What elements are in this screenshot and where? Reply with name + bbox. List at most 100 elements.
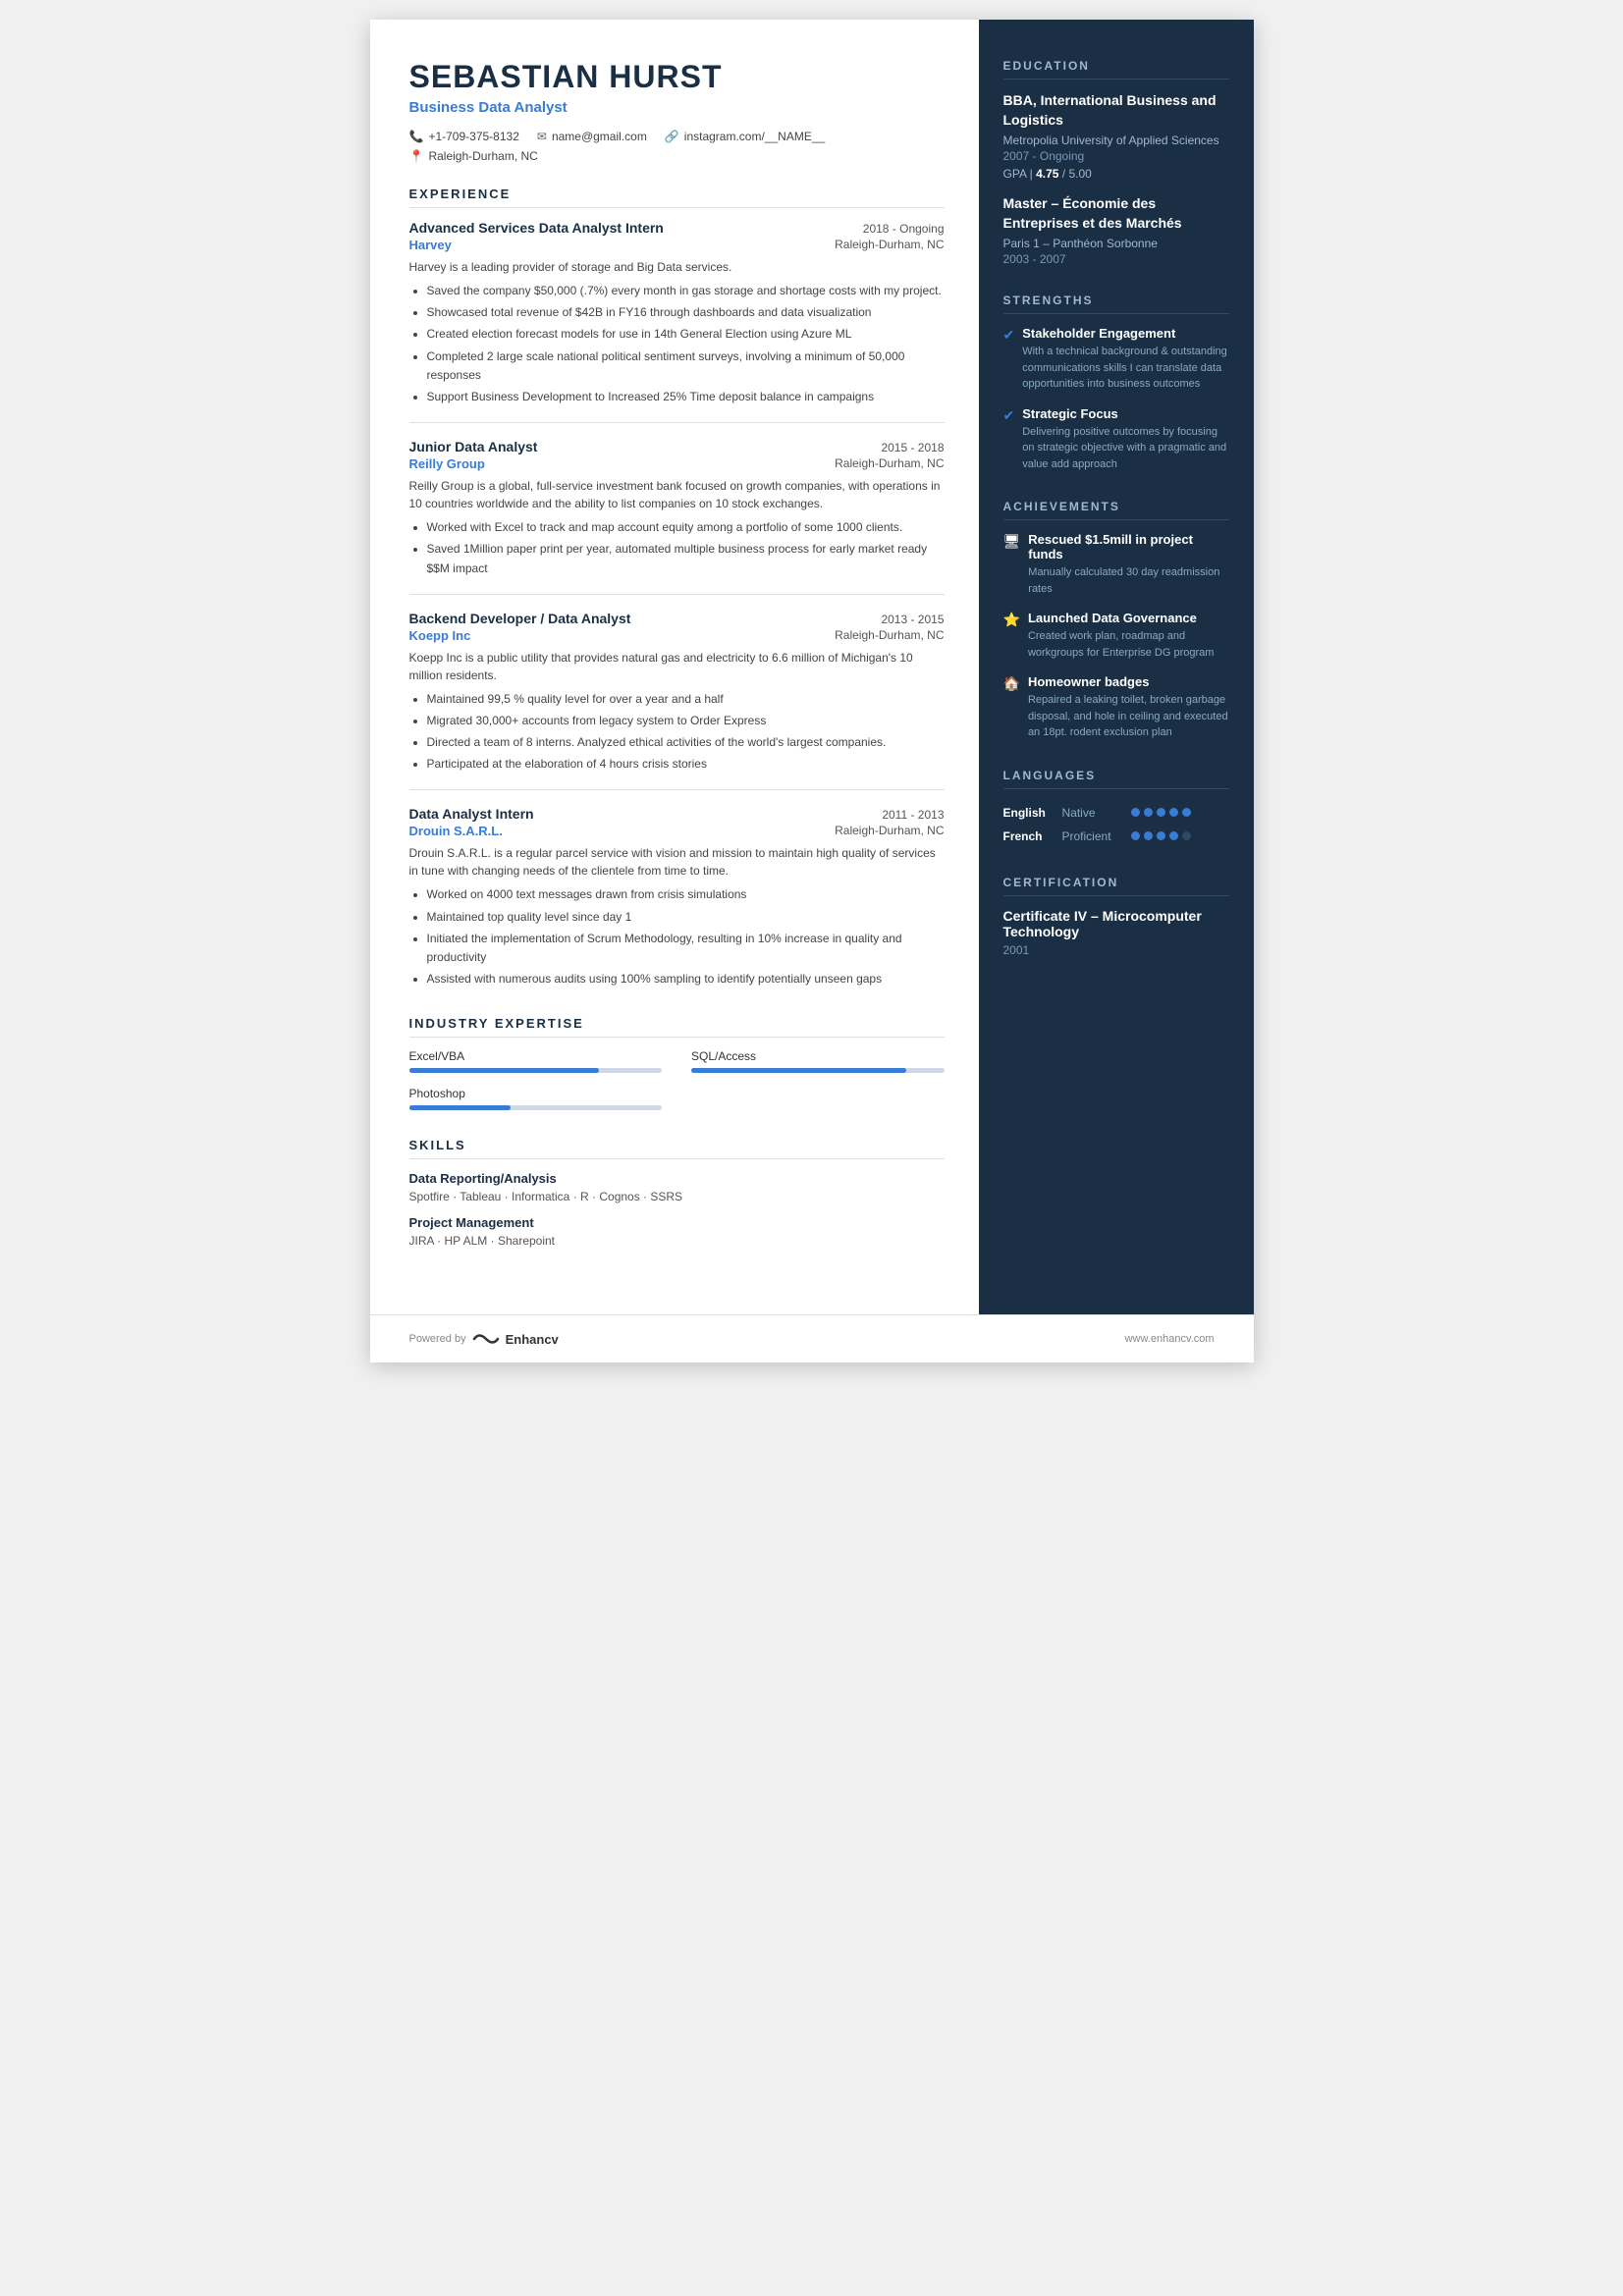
bullet-item: Maintained 99,5 % quality level for over… bbox=[427, 690, 945, 709]
dot bbox=[1144, 831, 1153, 840]
job-bullets-4: Worked on 4000 text messages drawn from … bbox=[409, 885, 945, 988]
company-location-4: Raleigh-Durham, NC bbox=[835, 824, 944, 838]
company-location-1: Raleigh-Durham, NC bbox=[835, 238, 944, 252]
achievement-desc-1: Manually calculated 30 day readmission r… bbox=[1028, 564, 1228, 597]
bullet-item: Directed a team of 8 interns. Analyzed e… bbox=[427, 733, 945, 752]
languages-table: English Native bbox=[1003, 801, 1229, 848]
language-row-english: English Native bbox=[1003, 801, 1229, 825]
achievement-title-3: Homeowner badges bbox=[1028, 674, 1229, 689]
achievement-title-2: Launched Data Governance bbox=[1028, 611, 1229, 625]
bullet-item: Created election forecast models for use… bbox=[427, 325, 945, 344]
job-dates-1: 2018 - Ongoing bbox=[863, 222, 945, 236]
achievement-item-3: 🏠 Homeowner badges Repaired a leaking to… bbox=[1003, 674, 1229, 741]
job-dates-3: 2013 - 2015 bbox=[881, 613, 944, 626]
education-section: EDUCATION BBA, International Business an… bbox=[1003, 59, 1229, 266]
achievement-desc-3: Repaired a leaking toilet, broken garbag… bbox=[1028, 692, 1229, 741]
skill-item-excel: Excel/VBA bbox=[409, 1049, 663, 1073]
skill-category-pm: Project Management JIRA · HP ALM · Share… bbox=[409, 1215, 945, 1248]
job-bullets-2: Worked with Excel to track and map accou… bbox=[409, 518, 945, 578]
job-desc-4: Drouin S.A.R.L. is a regular parcel serv… bbox=[409, 844, 945, 880]
dot bbox=[1169, 808, 1178, 817]
language-level: Native bbox=[1062, 801, 1131, 825]
degree-name-2: Master – Économie des Entreprises et des… bbox=[1003, 194, 1229, 233]
monitor-icon: 🖥 bbox=[1003, 533, 1021, 550]
achievement-item-1: 🖥 Rescued $1.5mill in project funds Manu… bbox=[1003, 532, 1229, 597]
dot bbox=[1182, 831, 1191, 840]
phone-icon: 📞 bbox=[409, 130, 424, 143]
job-title-2: Junior Data Analyst bbox=[409, 439, 538, 454]
skill-cat-items: Spotfire · Tableau · Informatica · R · C… bbox=[409, 1190, 945, 1203]
company-location-3: Raleigh-Durham, NC bbox=[835, 628, 944, 643]
dot bbox=[1182, 808, 1191, 817]
company-name-1: Harvey bbox=[409, 238, 452, 252]
strength-title-2: Strategic Focus bbox=[1022, 406, 1228, 421]
job-dates-4: 2011 - 2013 bbox=[882, 808, 944, 822]
instagram-item: 🔗 instagram.com/__NAME__ bbox=[665, 130, 825, 143]
school-name-1: Metropolia University of Applied Science… bbox=[1003, 133, 1229, 147]
skill-label: SQL/Access bbox=[691, 1049, 945, 1063]
strength-item-1: ✔ Stakeholder Engagement With a technica… bbox=[1003, 326, 1229, 393]
skills-title: SKILLS bbox=[409, 1138, 945, 1159]
skill-bar-fill bbox=[409, 1068, 599, 1073]
skill-row-1: Excel/VBA SQL/Access bbox=[409, 1049, 945, 1073]
certification-title: CERTIFICATION bbox=[1003, 876, 1229, 896]
location-text: Raleigh-Durham, NC bbox=[428, 149, 537, 163]
candidate-name: SEBASTIAN HURST bbox=[409, 59, 945, 95]
skill-category-reporting: Data Reporting/Analysis Spotfire · Table… bbox=[409, 1171, 945, 1203]
achievement-title-1: Rescued $1.5mill in project funds bbox=[1028, 532, 1228, 561]
job-title-4: Data Analyst Intern bbox=[409, 806, 534, 822]
dot bbox=[1157, 808, 1165, 817]
email-address: name@gmail.com bbox=[552, 130, 647, 143]
job-title-1: Advanced Services Data Analyst Intern bbox=[409, 220, 664, 236]
dot bbox=[1131, 808, 1140, 817]
skill-cat-title: Data Reporting/Analysis bbox=[409, 1171, 945, 1186]
skill-item-photoshop: Photoshop bbox=[409, 1087, 663, 1110]
strengths-title: STRENGTHS bbox=[1003, 294, 1229, 314]
achievement-desc-2: Created work plan, roadmap and workgroup… bbox=[1028, 628, 1229, 661]
skill-bar-bg bbox=[409, 1105, 663, 1110]
dot bbox=[1157, 831, 1165, 840]
strength-item-2: ✔ Strategic Focus Delivering positive ou… bbox=[1003, 406, 1229, 473]
skills-section: SKILLS Data Reporting/Analysis Spotfire … bbox=[409, 1138, 945, 1248]
language-dots bbox=[1131, 831, 1229, 840]
strength-desc-1: With a technical background & outstandin… bbox=[1022, 344, 1228, 393]
cert-name: Certificate IV – Microcomputer Technolog… bbox=[1003, 908, 1229, 939]
languages-title: LANGUAGES bbox=[1003, 769, 1229, 789]
degree-gpa: GPA | 4.75 / 5.00 bbox=[1003, 167, 1229, 181]
degree-years-1: 2007 - Ongoing bbox=[1003, 149, 1229, 163]
degree-item-1: BBA, International Business and Logistic… bbox=[1003, 91, 1229, 181]
bullet-item: Initiated the implementation of Scrum Me… bbox=[427, 930, 945, 967]
degree-name-1: BBA, International Business and Logistic… bbox=[1003, 91, 1229, 130]
dot bbox=[1131, 831, 1140, 840]
education-title: EDUCATION bbox=[1003, 59, 1229, 80]
degree-item-2: Master – Économie des Entreprises et des… bbox=[1003, 194, 1229, 266]
skill-bar-bg bbox=[691, 1068, 945, 1073]
job-item: Backend Developer / Data Analyst 2013 - … bbox=[409, 611, 945, 774]
checkmark-icon: ✔ bbox=[1003, 327, 1015, 344]
bullet-item: Maintained top quality level since day 1 bbox=[427, 908, 945, 927]
contact-row: 📞 +1-709-375-8132 ✉ name@gmail.com 🔗 ins… bbox=[409, 130, 945, 143]
bullet-item: Saved the company $50,000 (.7%) every mo… bbox=[427, 282, 945, 300]
job-title-3: Backend Developer / Data Analyst bbox=[409, 611, 631, 626]
email-icon: ✉ bbox=[537, 130, 547, 143]
dot bbox=[1144, 808, 1153, 817]
skill-bar-bg bbox=[409, 1068, 663, 1073]
instagram-handle: instagram.com/__NAME__ bbox=[684, 130, 825, 143]
bullet-item: Assisted with numerous audits using 100%… bbox=[427, 970, 945, 988]
footer-logo: Powered by Enhancv bbox=[409, 1330, 559, 1348]
achievements-title: ACHIEVEMENTS bbox=[1003, 500, 1229, 520]
experience-title: EXPERIENCE bbox=[409, 187, 945, 208]
cert-year: 2001 bbox=[1003, 943, 1229, 957]
home-icon: 🏠 bbox=[1003, 675, 1020, 692]
achievement-content: Rescued $1.5mill in project funds Manual… bbox=[1028, 532, 1228, 597]
right-column: EDUCATION BBA, International Business an… bbox=[979, 20, 1254, 1314]
bullet-item: Migrated 30,000+ accounts from legacy sy… bbox=[427, 712, 945, 730]
skill-bar-fill bbox=[409, 1105, 511, 1110]
company-name-2: Reilly Group bbox=[409, 456, 485, 471]
location-row: 📍 Raleigh-Durham, NC bbox=[409, 149, 945, 163]
footer-website: www.enhancv.com bbox=[1125, 1333, 1215, 1345]
skill-bar-fill bbox=[691, 1068, 906, 1073]
star-icon: ⭐ bbox=[1003, 612, 1020, 628]
skill-cat-title: Project Management bbox=[409, 1215, 945, 1230]
school-name-2: Paris 1 – Panthéon Sorbonne bbox=[1003, 237, 1229, 250]
